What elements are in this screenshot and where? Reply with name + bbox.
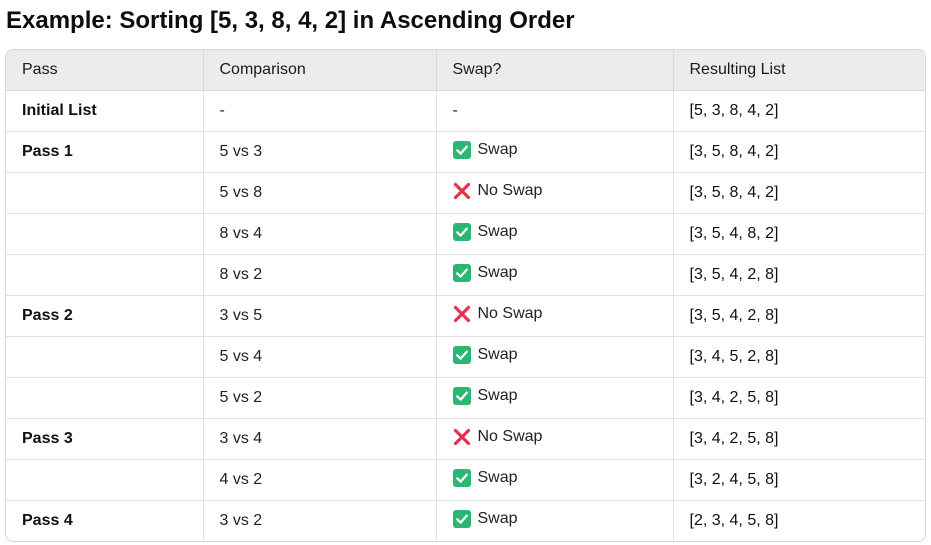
cross-mark-icon (453, 428, 471, 446)
cross-mark-icon (453, 305, 471, 323)
cell-swap: No Swap (436, 295, 674, 337)
swap-label: No Swap (477, 181, 543, 199)
cell-pass: Pass 1 (6, 131, 204, 173)
header-pass: Pass (6, 50, 204, 91)
cell-comparison: 5 vs 2 (203, 377, 437, 419)
cell-comparison: 5 vs 3 (203, 131, 437, 173)
cell-swap: No Swap (436, 418, 674, 460)
cell-pass (6, 459, 204, 501)
cell-comparison: 3 vs 2 (203, 500, 437, 541)
swap-status: Swap (452, 386, 518, 405)
cell-pass (6, 213, 204, 255)
cell-resulting-list: [3, 5, 8, 4, 2] (673, 131, 925, 173)
table-row: Pass 43 vs 2 Swap [2, 3, 4, 5, 8] (6, 500, 925, 541)
table-row: 8 vs 4 Swap [3, 5, 4, 8, 2] (6, 213, 925, 255)
cell-swap: Swap (436, 336, 674, 378)
cell-resulting-list: [3, 4, 2, 5, 8] (673, 377, 925, 419)
cell-resulting-list: [2, 3, 4, 5, 8] (673, 500, 925, 541)
cell-resulting-list: [3, 5, 4, 2, 8] (673, 295, 925, 337)
check-box-icon (452, 345, 471, 364)
cell-swap: Swap (436, 131, 674, 173)
cross-mark-icon (453, 182, 471, 200)
cell-pass (6, 172, 204, 214)
cell-swap: - (436, 90, 674, 132)
check-box-icon (452, 140, 471, 159)
cell-swap: No Swap (436, 172, 674, 214)
check-box-icon (452, 263, 471, 282)
table-header-row: Pass Comparison Swap? Resulting List (6, 50, 925, 91)
cell-resulting-list: [3, 4, 2, 5, 8] (673, 418, 925, 460)
cell-resulting-list: [3, 5, 4, 2, 8] (673, 254, 925, 296)
cell-resulting-list: [3, 5, 8, 4, 2] (673, 172, 925, 214)
table-row: 8 vs 2 Swap [3, 5, 4, 2, 8] (6, 254, 925, 296)
swap-label: No Swap (477, 304, 543, 322)
cell-comparison: 3 vs 5 (203, 295, 437, 337)
swap-status: No Swap (453, 304, 543, 323)
swap-label: Swap (477, 509, 518, 527)
cell-comparison: 4 vs 2 (203, 459, 437, 501)
header-swap: Swap? (436, 50, 674, 91)
table-row: 5 vs 8 No Swap [3, 5, 8, 4, 2] (6, 172, 925, 214)
cell-comparison: - (203, 90, 437, 132)
cell-pass: Pass 2 (6, 295, 204, 337)
swap-status: Swap (452, 263, 518, 282)
check-box-icon (452, 468, 471, 487)
header-comparison: Comparison (203, 50, 437, 91)
swap-label: Swap (477, 222, 518, 240)
swap-status: No Swap (453, 427, 543, 446)
cell-resulting-list: [5, 3, 8, 4, 2] (689, 102, 779, 119)
cell-resulting-list: [3, 5, 4, 8, 2] (673, 213, 925, 255)
swap-label: Swap (477, 263, 518, 281)
swap-status: Swap (452, 468, 518, 487)
cell-pass: Initial List (6, 90, 204, 132)
cell-comparison: 5 vs 4 (203, 336, 437, 378)
check-box-icon (452, 509, 471, 528)
cell-resulting-list: [3, 4, 5, 2, 8] (673, 336, 925, 378)
table-body: Initial List - - [5, 3, 8, 4, 2] Pass 15 vs … (6, 90, 925, 541)
table-row: Pass 15 vs 3 Swap [3, 5, 8, 4, 2] (6, 131, 925, 173)
check-box-icon (452, 386, 471, 405)
swap-status: Swap (452, 509, 518, 528)
cell-swap: Swap (436, 377, 674, 419)
header-resulting-list: Resulting List (673, 50, 925, 91)
table-row: 5 vs 2 Swap [3, 4, 2, 5, 8] (6, 377, 925, 419)
table-row: 4 vs 2 Swap [3, 2, 4, 5, 8] (6, 459, 925, 501)
cell-comparison: 3 vs 4 (203, 418, 437, 460)
cell-pass: Pass 4 (6, 500, 204, 541)
swap-label: Swap (477, 140, 518, 158)
cell-pass (6, 377, 204, 419)
sorting-table-container: Pass Comparison Swap? Resulting List Ini… (5, 49, 926, 542)
table-row: Initial List - - [5, 3, 8, 4, 2] (6, 90, 925, 132)
swap-label: No Swap (477, 427, 543, 445)
cell-swap: Swap (436, 213, 674, 255)
page-title: Example: Sorting [5, 3, 8, 4, 2] in Asce… (6, 7, 575, 34)
cell-swap: Swap (436, 459, 674, 501)
check-box-icon (452, 222, 471, 241)
swap-status: Swap (452, 222, 518, 241)
table-row: Pass 33 vs 4 No Swap [3, 4, 2, 5, 8] (6, 418, 925, 460)
swap-status: No Swap (453, 181, 543, 200)
cell-resulting-list: [3, 2, 4, 5, 8] (673, 459, 925, 501)
swap-label: Swap (477, 386, 518, 404)
cell-pass (6, 336, 204, 378)
cell-swap: Swap (436, 254, 674, 296)
cell-pass: Pass 3 (6, 418, 204, 460)
swap-status: Swap (452, 345, 518, 364)
table-row: Pass 23 vs 5 No Swap [3, 5, 4, 2, 8] (6, 295, 925, 337)
cell-comparison: 8 vs 4 (203, 213, 437, 255)
table-row: 5 vs 4 Swap [3, 4, 5, 2, 8] (6, 336, 925, 378)
sorting-table: Pass Comparison Swap? Resulting List Ini… (6, 50, 925, 541)
swap-status: Swap (452, 140, 518, 159)
cell-swap: Swap (436, 500, 674, 541)
swap-label: Swap (477, 468, 518, 486)
cell-pass (6, 254, 204, 296)
cell-comparison: 8 vs 2 (203, 254, 437, 296)
cell-comparison: 5 vs 8 (203, 172, 437, 214)
swap-label: Swap (477, 345, 518, 363)
